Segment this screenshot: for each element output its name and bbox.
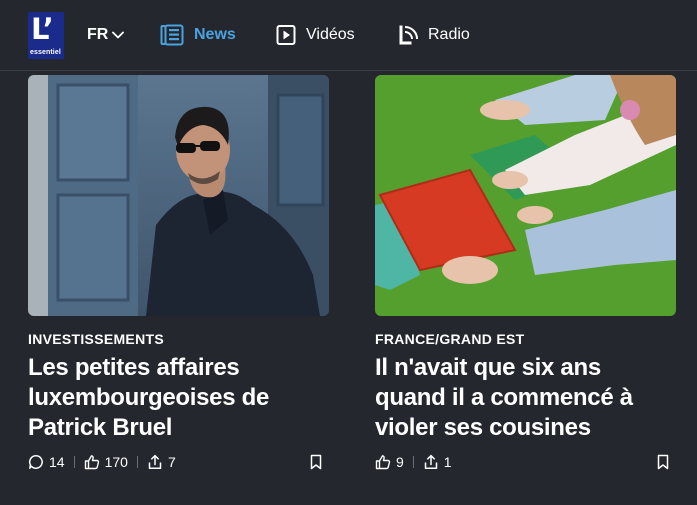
logo-subtitle: essentiel (30, 49, 61, 56)
language-selector[interactable]: FR (87, 25, 125, 45)
stats-divider (412, 456, 414, 468)
article-card[interactable]: FRANCE/GRAND EST Il n'avait que six ans … (375, 75, 676, 470)
likes-stat[interactable]: 170 (84, 454, 128, 470)
thumbs-up-icon (375, 455, 391, 470)
article-image[interactable] (375, 75, 676, 316)
bookmark-icon[interactable] (656, 454, 670, 470)
nav-news-label: News (194, 26, 236, 43)
nav-videos[interactable]: Vidéos (276, 21, 355, 49)
nav-radio-label: Radio (428, 26, 470, 43)
chevron-down-icon (112, 31, 125, 39)
logo-letter: L’ (31, 12, 54, 46)
shares-count: 7 (167, 454, 176, 470)
thumbs-up-icon (84, 455, 99, 470)
share-icon (148, 454, 162, 470)
article-card[interactable]: INVESTISSEMENTS Les petites affaires lux… (28, 75, 329, 470)
article-image[interactable] (28, 75, 329, 316)
children-on-mats-photo (375, 75, 676, 316)
article-title[interactable]: Il n'avait que six ans quand il a commen… (375, 353, 676, 443)
article-category[interactable]: FRANCE/GRAND EST (375, 331, 524, 347)
comments-count: 14 (49, 454, 65, 470)
top-header: L’ essentiel FR News Vidéos Radio (0, 0, 697, 71)
radio-icon (399, 25, 418, 45)
likes-count: 9 (396, 454, 404, 470)
stats-divider (136, 456, 138, 468)
play-icon (276, 25, 296, 45)
news-icon (160, 24, 184, 46)
shares-stat[interactable]: 7 (147, 454, 176, 470)
article-category[interactable]: INVESTISSEMENTS (28, 331, 164, 347)
man-in-sunglasses-photo (28, 75, 329, 316)
shares-count: 1 (443, 454, 452, 470)
comments-stat[interactable]: 14 (28, 454, 65, 470)
site-logo[interactable]: L’ essentiel (28, 12, 64, 59)
likes-count: 170 (104, 454, 128, 470)
article-title[interactable]: Les petites affaires luxembourgeoises de… (28, 353, 329, 443)
nav-news[interactable]: News (160, 21, 236, 49)
shares-stat[interactable]: 1 (423, 454, 452, 470)
nav-radio[interactable]: Radio (398, 21, 470, 49)
article-stats: 9 1 (375, 453, 676, 471)
article-stats: 14 170 7 (28, 453, 329, 471)
language-label: FR (87, 26, 109, 43)
stats-divider (73, 456, 75, 468)
likes-stat[interactable]: 9 (375, 454, 404, 470)
nav-videos-label: Vidéos (306, 26, 355, 43)
comment-icon (28, 455, 43, 469)
share-icon (424, 454, 438, 470)
bookmark-icon[interactable] (309, 454, 323, 470)
